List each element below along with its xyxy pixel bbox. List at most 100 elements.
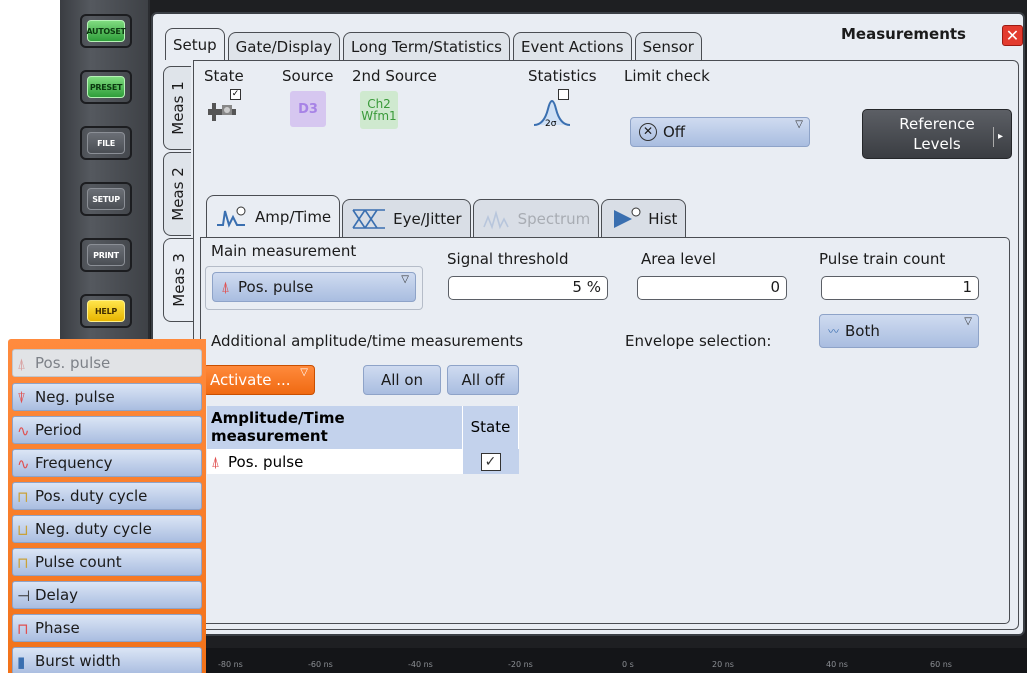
tab-setup[interactable]: Setup [165,28,225,60]
area-level-field[interactable]: 0 [637,276,787,300]
menu-item-period[interactable]: ∿ Period [12,416,202,444]
menu-item-label: Neg. pulse [35,388,115,406]
tab-amp-time-label: Amp/Time [255,207,332,226]
time-tick: 0 s [622,660,634,669]
menu-item-label: Neg. duty cycle [35,520,152,538]
statistics-label: Statistics [528,67,597,85]
menu-item-label: Pulse count [35,553,122,571]
pos-pulse-icon: ⍋ [211,452,221,471]
state-checkbox-icon: ✓ [230,89,241,100]
dropdown-arrow-icon: ▽ [300,367,308,378]
reference-levels-button[interactable]: Reference Levels ▸ [862,109,1012,159]
main-measurement-label: Main measurement [211,242,357,260]
amp-time-panel: Main measurement ⍋ Pos. pulse ▽ Signal t… [200,237,1010,624]
table-cell-state[interactable]: ✓ [462,448,519,474]
phase-icon: ⊓ [17,620,29,638]
additional-measurements-label: Additional amplitude/time measurements [211,332,524,350]
pulse-train-count-field[interactable]: 1 [821,276,979,300]
menu-item-neg-duty-cycle[interactable]: ⊔ Neg. duty cycle [12,515,202,543]
tab-hist[interactable]: Hist [601,199,687,237]
source-label: Source [282,67,334,85]
envelope-selection-value: Both [845,322,880,340]
tab-eye-jitter[interactable]: Eye/Jitter [342,199,471,237]
main-measurement-group: ⍋ Pos. pulse ▽ [205,266,423,310]
chevron-right-icon: ▸ [992,127,1003,147]
tab-long-term-statistics[interactable]: Long Term/Statistics [342,32,511,60]
main-measurement-value: Pos. pulse [238,278,314,296]
amplitude-time-table: Amplitude/Time measurement State ⍋ Pos. p… [207,406,519,474]
setup-content: State ✓ Source D3 2nd Source Ch2 Wfm1 St… [193,60,1019,630]
close-icon: ✕ [1005,25,1020,45]
menu-item-label: Period [35,421,82,439]
statistics-checkbox-icon [558,89,569,100]
signal-threshold-field[interactable]: 5 % [448,276,608,300]
pulse-train-count-label: Pulse train count [819,250,946,268]
amp-time-icon [217,206,246,228]
limit-check-select[interactable]: ✕ Off ▽ [630,117,810,147]
dropdown-arrow-icon: ▽ [964,316,972,327]
dialog-title: Measurements [841,25,966,43]
time-axis: -80 ns -60 ns -40 ns -20 ns 0 s 20 ns 40… [150,648,1027,673]
row-checkbox[interactable]: ✓ [480,453,501,471]
tab-meas-3-label: Meas 3 [169,253,188,307]
menu-item-label: Pos. pulse [35,354,111,372]
menu-item-phase[interactable]: ⊓ Phase [12,614,202,642]
histogram-icon [614,207,641,228]
envelope-selection-select[interactable]: 〰 Both ▽ [819,314,979,348]
pos-pulse-icon: ⍋ [17,355,27,373]
menu-item-pos-duty-cycle[interactable]: ⊓ Pos. duty cycle [12,482,202,510]
statistics-icon-text: 2σ [545,119,557,129]
tab-gate-display[interactable]: Gate/Display [227,32,340,60]
second-source-selector[interactable]: Ch2 Wfm1 [360,91,398,129]
statistics-toggle[interactable]: 2σ [532,89,572,131]
measurements-dialog: Setup Gate/Display Long Term/Statistics … [151,12,1025,636]
help-button[interactable]: HELP [80,294,132,328]
table-cell-measurement: ⍋ Pos. pulse [207,448,463,474]
tab-meas-2[interactable]: Meas 2 [163,152,191,236]
table-row[interactable]: ⍋ Pos. pulse ✓ [207,448,519,474]
menu-item-pulse-count[interactable]: ⊓ Pulse count [12,548,202,576]
table-header-row: Amplitude/Time measurement State [207,406,519,449]
tab-meas-1-label: Meas 1 [168,81,187,135]
source-selector[interactable]: D3 [290,91,326,127]
print-button[interactable]: PRINT [80,238,132,272]
limit-check-value: Off [663,123,686,141]
menu-item-frequency[interactable]: ∿ Frequency [12,449,202,477]
reference-levels-line2: Levels [913,135,961,153]
activate-dropdown-menu: ⍋ Pos. pulse ⍒ Neg. pulse ∿ Period ∿ Frequen… [8,339,206,673]
preset-button[interactable]: PRESET [80,70,132,104]
source-value: D3 [298,101,318,117]
close-button[interactable]: ✕ [1002,25,1023,46]
menu-item-neg-pulse[interactable]: ⍒ Neg. pulse [12,383,202,411]
state-toggle[interactable]: ✓ [206,89,246,129]
activate-button[interactable]: Activate ... ▽ [203,365,315,395]
tab-meas-2-label: Meas 2 [168,167,187,221]
menu-item-label: Delay [35,586,79,604]
eye-jitter-icon [352,208,386,229]
tab-event-actions[interactable]: Event Actions [513,32,632,60]
spectrum-icon [482,209,509,229]
menu-item-label: Pos. duty cycle [35,487,148,505]
tab-spectrum[interactable]: Spectrum [472,199,600,237]
menu-item-delay[interactable]: ⊣ Delay [12,581,202,609]
table-header-state: State [462,406,519,449]
measurement-type-tabs: Amp/Time Eye/Jitter Spectrum Hist [206,195,688,237]
tab-amp-time[interactable]: Amp/Time [206,195,341,237]
main-measurement-select[interactable]: ⍋ Pos. pulse ▽ [212,272,416,302]
pos-duty-cycle-icon: ⊓ [17,488,29,506]
tab-meas-1[interactable]: Meas 1 [163,66,191,150]
envelope-icon: 〰 [828,325,839,338]
dropdown-arrow-icon: ▽ [795,119,803,130]
menu-item-pos-pulse[interactable]: ⍋ Pos. pulse [12,349,202,377]
menu-item-burst-width[interactable]: ▮ Burst width [12,647,202,673]
setup-button[interactable]: SETUP [80,182,132,216]
all-off-button[interactable]: All off [447,365,519,395]
file-button[interactable]: FILE [80,126,132,160]
tab-meas-3[interactable]: Meas 3 [163,238,193,322]
frequency-icon: ∿ [17,455,30,473]
tab-sensor[interactable]: Sensor [634,32,702,60]
table-row-measurement: Pos. pulse [228,452,304,471]
all-on-button[interactable]: All on [363,365,441,395]
time-tick: 40 ns [826,660,848,669]
autoset-button[interactable]: AUTOSET [80,14,132,48]
